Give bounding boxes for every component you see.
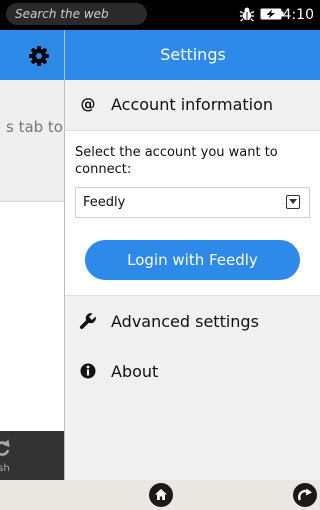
refresh-icon[interactable] [0,439,10,457]
background-message-card: s tab to [0,80,65,202]
wrench-icon [79,313,96,330]
background-toolbar: esh [0,431,65,480]
advanced-settings-label: Advanced settings [111,312,259,331]
account-select[interactable]: Feedly [75,187,310,218]
at-sign-icon: @ [80,95,96,113]
menu-item-advanced-settings[interactable]: Advanced settings [65,297,320,347]
battery-charging-icon [260,8,284,20]
settings-drawer: Settings @ Account information Select th… [64,30,320,480]
forward-button[interactable] [293,483,317,507]
menu-item-account-information[interactable]: @ Account information [65,80,320,130]
status-bar: Search the web 4:10 [0,0,320,30]
background-hint-text: s tab to [5,118,63,136]
about-label: About [111,362,159,381]
info-icon [80,363,96,379]
refresh-label: esh [0,463,10,474]
forward-icon [298,488,312,501]
dropdown-arrow-icon [286,195,300,209]
home-button[interactable] [149,483,173,507]
menu-item-about[interactable]: About [65,347,320,397]
search-input[interactable]: Search the web [6,3,147,25]
account-panel: Select the account you want to connect: … [65,130,320,296]
gear-icon[interactable] [28,45,50,67]
clock: 4:10 [282,7,314,23]
account-select-value: Feedly [83,195,126,210]
account-prompt: Select the account you want to connect: [75,145,278,177]
background-app-header [0,30,65,80]
system-bottom-bar [0,480,320,510]
login-button[interactable]: Login with Feedly [85,240,300,280]
home-icon [155,489,167,500]
account-information-label: Account information [111,95,274,114]
settings-title: Settings [65,30,320,80]
bug-icon [239,7,255,22]
